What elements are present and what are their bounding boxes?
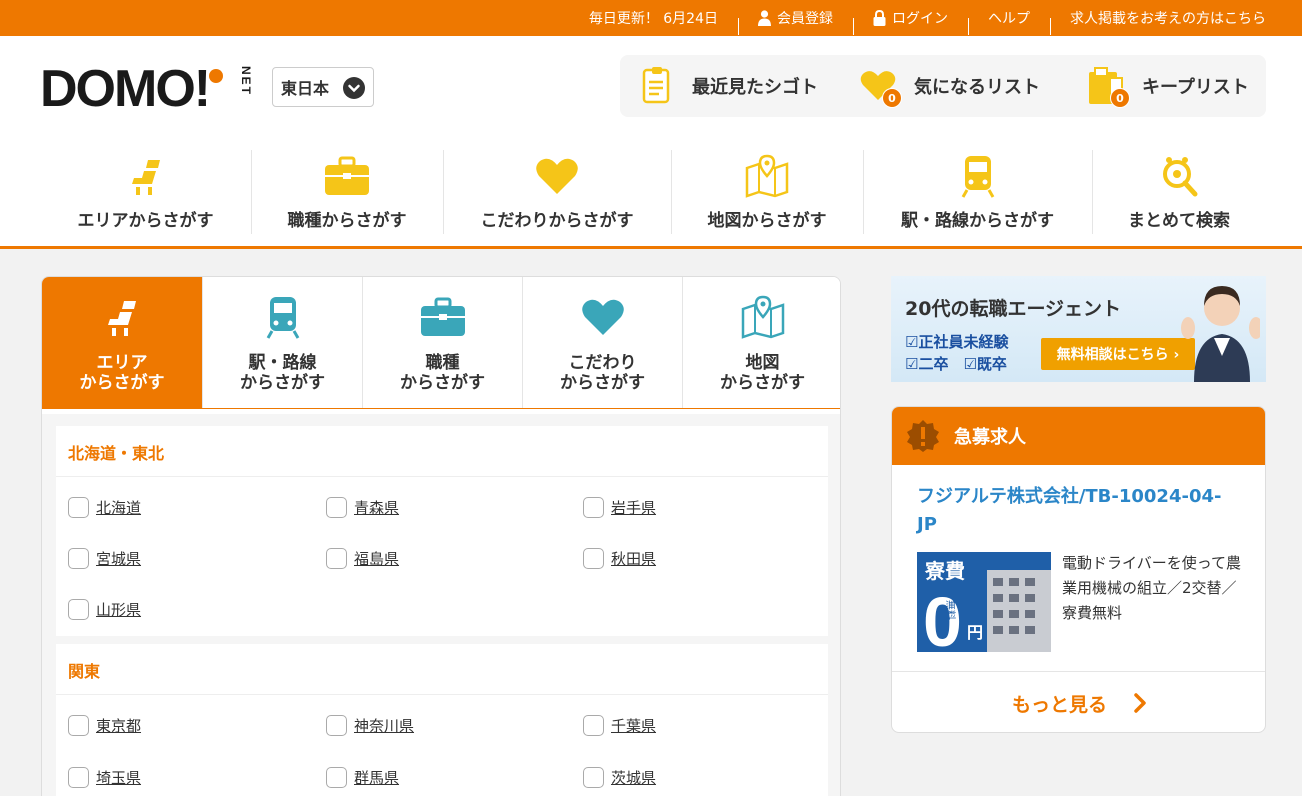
region-list: 北海道・東北 北海道 青森県 岩手県 宮城県 福島県 秋田県 山形県 関東 東京… xyxy=(42,414,840,796)
svg-text:DOMO!: DOMO! xyxy=(40,62,209,112)
job-thumbnail[interactable]: 寮費 0 無料 円 xyxy=(917,552,1051,652)
header-divider xyxy=(0,246,1302,249)
see-more-link[interactable]: もっと見る xyxy=(892,672,1265,732)
pref-checkbox-aomori[interactable]: 青森県 xyxy=(326,497,399,518)
job-description: 電動ドライバーを使って農業用機械の組立／2交替／寮費無料 xyxy=(1062,554,1241,622)
user-icon xyxy=(758,10,771,26)
nav-preference-search[interactable]: こだわりからさがす xyxy=(443,146,671,236)
urgent-header: 急募求人 xyxy=(892,407,1265,465)
heart-icon xyxy=(581,299,624,335)
checkbox[interactable] xyxy=(326,548,347,569)
svg-text:無料: 無料 xyxy=(944,600,957,620)
checkbox[interactable] xyxy=(326,715,347,736)
search-tabs: エリア からさがす 駅・路線 からさがす 職種 からさがす こだわり からさがす 地図か… xyxy=(42,277,840,409)
svg-text:寮費: 寮費 xyxy=(924,559,965,583)
pref-checkbox-chiba[interactable]: 千葉県 xyxy=(583,715,656,736)
region-kanto: 関東 東京都 神奈川県 千葉県 埼玉県 群馬県 茨城県 xyxy=(56,644,828,796)
pref-checkbox-kanagawa[interactable]: 神奈川県 xyxy=(326,715,414,736)
checkbox[interactable] xyxy=(68,599,89,620)
banner-check-1: ☑正社員未経験 xyxy=(905,333,1009,351)
keep-count-badge: 0 xyxy=(1110,88,1130,108)
urgent-jobs-panel: 急募求人 フジアルテ株式会社/TB-10024-04-JP 寮費 0 無料 円 … xyxy=(891,406,1266,733)
pref-checkbox-fukushima[interactable]: 福島県 xyxy=(326,548,399,569)
pref-checkbox-iwate[interactable]: 岩手県 xyxy=(583,497,656,518)
briefcase-icon xyxy=(325,156,369,195)
chevron-down-icon xyxy=(343,77,365,99)
post-jobs-link[interactable]: 求人掲載をお考えの方はこちら xyxy=(1050,8,1266,35)
chevron-right-icon xyxy=(1134,693,1146,713)
tab-preference[interactable]: こだわり からさがす xyxy=(522,277,682,408)
checkbox[interactable] xyxy=(68,548,89,569)
map-icon xyxy=(745,154,789,198)
person-photo xyxy=(1181,286,1260,382)
site-header: DOMO! NET 東日本 最近見たシゴト 0 気になるリスト 0 キープリスト… xyxy=(0,36,1302,249)
region-title: 関東 xyxy=(56,644,828,695)
top-bar: 毎日更新！ 6月24日 会員登録 ログイン ヘルプ 求人掲載をお考えの方はこちら xyxy=(0,0,1302,36)
folder-icon: 0 xyxy=(1086,66,1130,108)
seat-icon xyxy=(108,301,136,336)
heart-icon xyxy=(536,158,578,194)
train-icon xyxy=(266,297,299,339)
train-icon xyxy=(961,156,994,198)
lock-icon xyxy=(873,10,886,26)
favorites-list-link[interactable]: 0 気になるリスト xyxy=(858,55,1040,117)
region-hokkaido-tohoku: 北海道・東北 北海道 青森県 岩手県 宮城県 福島県 秋田県 山形県 xyxy=(56,426,828,636)
alert-badge-icon xyxy=(907,420,939,452)
heart-icon: 0 xyxy=(858,66,902,108)
nav-job-type-search[interactable]: 職種からさがす xyxy=(251,146,443,236)
keep-list-link[interactable]: 0 キープリスト xyxy=(1086,55,1249,117)
checkbox[interactable] xyxy=(326,497,347,518)
agent-banner[interactable]: 20代の転職エージェント ☑正社員未経験 ☑二卒 ☑既卒 無料相談はこちら › xyxy=(891,276,1266,382)
checkbox[interactable] xyxy=(583,497,604,518)
main-nav: エリアからさがす 職種からさがす こだわりからさがす 地図からさがす 駅・路線か… xyxy=(40,146,1266,236)
region-selector[interactable]: 東日本 xyxy=(272,67,374,107)
checkbox[interactable] xyxy=(583,548,604,569)
banner-check-2: ☑二卒 ☑既卒 xyxy=(905,355,1007,373)
region-title: 北海道・東北 xyxy=(56,426,828,477)
pref-checkbox-tokyo[interactable]: 東京都 xyxy=(68,715,141,736)
svg-text:NET: NET xyxy=(239,66,253,96)
pref-checkbox-hokkaido[interactable]: 北海道 xyxy=(68,497,141,518)
update-date: 毎日更新！ 6月24日 xyxy=(588,11,718,27)
job-company-link[interactable]: フジアルテ株式会社/TB-10024-04-JP xyxy=(917,483,1237,539)
svg-text:円: 円 xyxy=(967,623,983,642)
domo-logo[interactable]: DOMO! NET xyxy=(40,62,254,112)
pref-checkbox-ibaraki[interactable]: 茨城県 xyxy=(583,767,656,788)
nav-bulk-search[interactable]: まとめて検索 xyxy=(1092,146,1266,236)
nav-area-search[interactable]: エリアからさがす xyxy=(40,146,251,236)
map-icon xyxy=(741,295,784,339)
checkbox[interactable] xyxy=(68,767,89,788)
pref-checkbox-akita[interactable]: 秋田県 xyxy=(583,548,656,569)
recently-viewed-link[interactable]: 最近見たシゴト xyxy=(636,55,818,117)
search-panel: エリア からさがす 駅・路線 からさがす 職種 からさがす こだわり からさがす 地図か… xyxy=(41,276,841,796)
help-link[interactable]: ヘルプ xyxy=(968,8,1050,35)
checkbox[interactable] xyxy=(583,715,604,736)
document-icon xyxy=(636,66,676,106)
register-link[interactable]: 会員登録 xyxy=(738,8,853,35)
search-gear-icon xyxy=(1163,157,1198,197)
checkbox[interactable] xyxy=(583,767,604,788)
svg-text:0: 0 xyxy=(923,583,962,652)
checkbox[interactable] xyxy=(326,767,347,788)
seat-icon xyxy=(131,160,160,195)
pref-checkbox-gunma[interactable]: 群馬県 xyxy=(326,767,399,788)
login-link[interactable]: ログイン xyxy=(853,8,968,35)
pref-checkbox-yamagata[interactable]: 山形県 xyxy=(68,599,141,620)
tab-job-type[interactable]: 職種 からさがす xyxy=(362,277,522,408)
briefcase-icon xyxy=(420,297,465,336)
favorites-count-badge: 0 xyxy=(882,88,902,108)
banner-title: 20代の転職エージェント xyxy=(905,298,1122,320)
tab-station[interactable]: 駅・路線 からさがす xyxy=(202,277,362,408)
checkbox[interactable] xyxy=(68,715,89,736)
quick-links: 最近見たシゴト 0 気になるリスト 0 キープリスト xyxy=(620,55,1266,117)
nav-station-search[interactable]: 駅・路線からさがす xyxy=(863,146,1092,236)
tab-map[interactable]: 地図 からさがす xyxy=(682,277,840,408)
nav-map-search[interactable]: 地図からさがす xyxy=(671,146,863,236)
pref-checkbox-miyagi[interactable]: 宮城県 xyxy=(68,548,141,569)
pref-checkbox-saitama[interactable]: 埼玉県 xyxy=(68,767,141,788)
tab-area[interactable]: エリア からさがす xyxy=(42,277,202,408)
free-consult-button[interactable]: 無料相談はこちら › xyxy=(1041,338,1195,370)
checkbox[interactable] xyxy=(68,497,89,518)
